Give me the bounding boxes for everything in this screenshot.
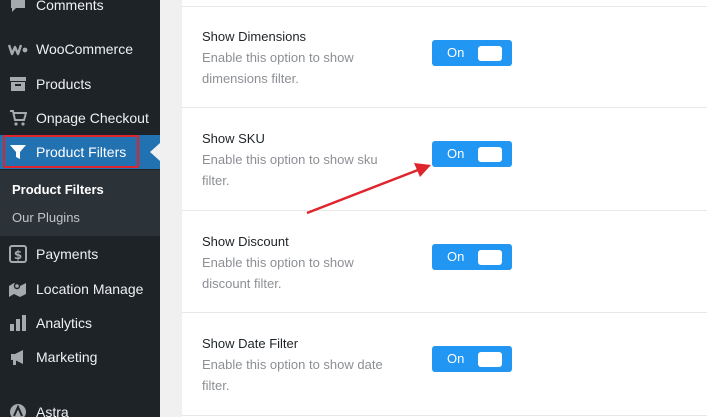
toggle-state: On (447, 45, 465, 60)
toggle-state: On (447, 351, 465, 366)
sidebar-submenu: Product Filters Our Plugins (0, 170, 160, 236)
toggle-show-sku[interactable]: On (432, 141, 512, 167)
megaphone-icon (8, 347, 28, 367)
bar-chart-icon (8, 313, 28, 333)
sidebar-item-woocommerce[interactable]: WooCommerce (0, 32, 160, 66)
toggle-knob (478, 352, 502, 367)
sidebar-item-label: WooCommerce (36, 41, 133, 57)
sidebar-item-label: Comments (36, 0, 104, 13)
sidebar-item-onpage-checkout[interactable]: Onpage Checkout (0, 101, 160, 135)
sidebar-item-payments[interactable]: $ Payments (0, 237, 160, 271)
toggle-show-dimensions[interactable]: On (432, 40, 512, 66)
setting-title: Show Discount (202, 234, 289, 249)
toggle-knob (478, 250, 502, 265)
sidebar-item-label: Marketing (36, 349, 98, 365)
sidebar-item-label: Location Manage (36, 281, 144, 297)
setting-title: Show SKU (202, 131, 265, 146)
sidebar-item-label: Analytics (36, 315, 93, 331)
svg-text:$: $ (14, 248, 22, 262)
map-pin-icon (8, 279, 28, 299)
toggle-show-discount[interactable]: On (432, 244, 512, 270)
astra-icon (8, 402, 28, 417)
dollar-icon: $ (8, 244, 28, 264)
woocommerce-icon (8, 39, 28, 59)
sidebar-item-label: Products (36, 76, 92, 92)
setting-description: Enable this option to show dimensions fi… (202, 50, 354, 86)
admin-sidebar: Comments WooCommerce Products Onpage Che… (0, 0, 160, 417)
submenu-item-our-plugins[interactable]: Our Plugins (12, 210, 80, 225)
cart-icon (8, 108, 28, 128)
toggle-state: On (447, 146, 465, 161)
setting-row-discount: Show Discount Enable this option to show… (182, 210, 707, 313)
sidebar-item-label: Payments (36, 246, 99, 262)
submenu-item-product-filters[interactable]: Product Filters (12, 182, 104, 197)
sidebar-item-label: Onpage Checkout (36, 110, 149, 126)
setting-row-date-filter: Show Date Filter Enable this option to s… (182, 312, 707, 415)
highlight-box (3, 135, 139, 168)
sidebar-item-marketing[interactable]: Marketing (0, 340, 160, 374)
setting-row-sku: Show SKU Enable this option to show sku … (182, 107, 707, 210)
toggle-show-date-filter[interactable]: On (432, 346, 512, 372)
row-divider (182, 415, 707, 416)
toggle-state: On (447, 249, 465, 264)
setting-title: Show Dimensions (202, 29, 307, 44)
toggle-knob (478, 46, 502, 61)
sidebar-item-label: Astra (36, 404, 69, 417)
setting-description: Enable this option to show sku filter. (202, 152, 378, 188)
sidebar-item-products[interactable]: Products (0, 67, 160, 101)
setting-description: Enable this option to show discount filt… (202, 255, 354, 291)
setting-description: Enable this option to show date filter. (202, 357, 383, 393)
toggle-knob (478, 147, 502, 162)
comment-icon (8, 0, 28, 15)
sidebar-item-comments[interactable]: Comments (0, 0, 160, 22)
sidebar-item-astra[interactable]: Astra (0, 395, 160, 417)
sidebar-item-location-manage[interactable]: Location Manage (0, 272, 160, 306)
archive-icon (8, 74, 28, 94)
sidebar-item-analytics[interactable]: Analytics (0, 306, 160, 340)
setting-row-dimensions: Show Dimensions Enable this option to sh… (182, 6, 707, 109)
settings-panel: Show Dimensions Enable this option to sh… (182, 0, 707, 417)
setting-title: Show Date Filter (202, 336, 299, 351)
active-menu-indicator (150, 143, 160, 161)
